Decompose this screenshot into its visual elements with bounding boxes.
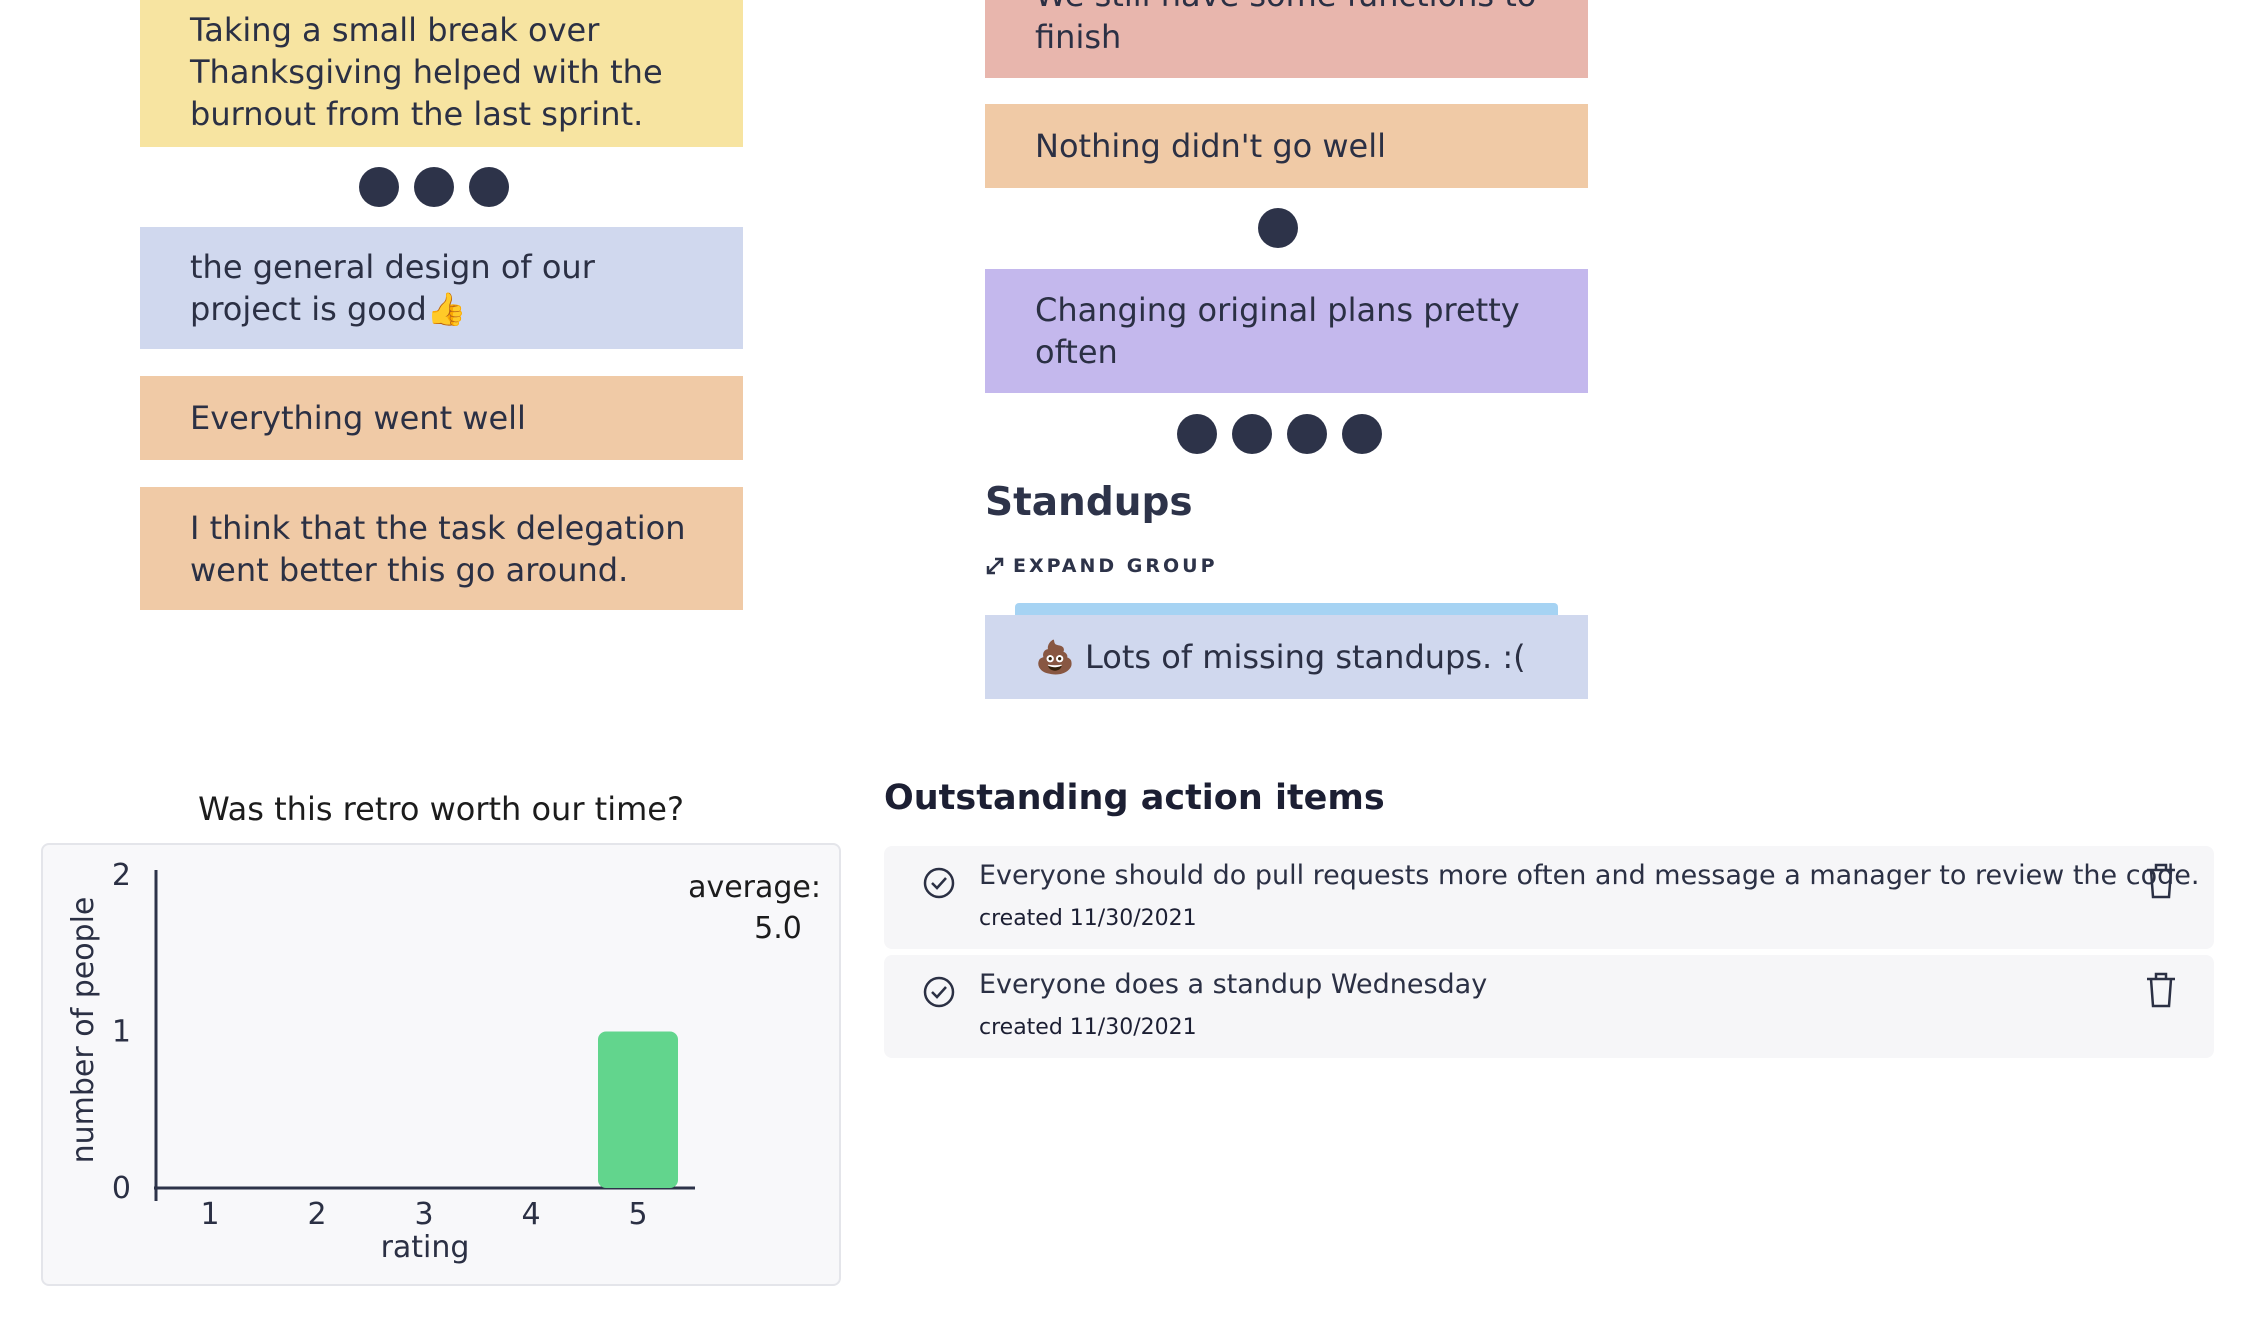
y-tick-label: 1 [112,1015,131,1050]
action-item-date: created 11/30/2021 [979,906,1197,931]
retro-card[interactable]: 💩 Lots of missing standups. :( [985,615,1588,699]
card-text: Everything went well [190,399,526,437]
retro-card[interactable]: I think that the task delegation went be… [140,487,743,610]
card-text: Changing original plans pretty often [1035,291,1520,371]
x-tick-label: 1 [200,1197,219,1232]
chart-svg: 0 1 2 1 2 3 4 5 rating number of people average: 5.… [66,858,821,1265]
y-tick-label: 2 [112,858,131,893]
y-axis-label: number of people [66,897,101,1164]
chart-title: Was this retro worth our time? [198,790,684,828]
action-item-date: created 11/30/2021 [979,1015,1197,1040]
card-text: I think that the task delegation went be… [190,508,686,589]
card-text: Nothing didn't go well [1035,127,1387,165]
trash-icon[interactable] [2144,971,2178,1009]
x-axis-label: rating [381,1230,470,1265]
average-value: 5.0 [754,911,802,946]
x-tick-label: 5 [628,1197,647,1232]
card-text: the general design of our project is goo… [190,248,595,328]
retro-card[interactable]: Nothing didn't go well [985,104,1588,188]
action-item-text: Everyone should do pull requests more of… [979,860,2200,891]
x-tick-label: 4 [521,1197,540,1232]
vote-dot [414,167,454,207]
expand-arrows-icon [986,557,1004,575]
vote-dots [1258,208,1298,248]
stacked-card-edge [1015,603,1558,615]
check-circle-icon[interactable] [922,866,956,900]
action-item: Everyone does a standup Wednesday create… [884,955,2214,1058]
retro-card[interactable]: the general design of our project is goo… [140,227,743,349]
vote-dots [1177,414,1382,454]
vote-dot [1342,414,1382,454]
retro-card[interactable]: Everything went well [140,376,743,460]
retro-card[interactable]: We still have some functions to finish [985,0,1588,78]
vote-dot [359,167,399,207]
bar [598,1031,678,1188]
vote-dot [1258,208,1298,248]
action-item-text: Everyone does a standup Wednesday [979,969,1488,1000]
expand-group-label: EXPAND GROUP [1013,555,1218,577]
card-text: We still have some functions to finish [1035,0,1536,56]
x-tick-label: 2 [307,1197,326,1232]
retro-rating-chart: 0 1 2 1 2 3 4 5 rating number of people average: 5.… [41,843,841,1286]
vote-dot [469,167,509,207]
x-tick-label: 3 [414,1197,433,1232]
vote-dots [359,167,509,207]
card-text: 💩 Lots of missing standups. :( [1035,638,1526,676]
expand-group-button[interactable]: EXPAND GROUP [985,555,1218,577]
vote-dot [1232,414,1272,454]
retro-card[interactable]: Taking a small break over Thanksgiving h… [140,0,743,147]
action-item: Everyone should do pull requests more of… [884,846,2214,949]
retro-card[interactable]: Changing original plans pretty often [985,269,1588,393]
check-circle-icon[interactable] [922,975,956,1009]
group-title: Standups [985,480,1193,525]
card-text: Taking a small break over Thanksgiving h… [190,10,663,133]
action-items-heading: Outstanding action items [884,778,1385,818]
vote-dot [1287,414,1327,454]
vote-dot [1177,414,1217,454]
trash-icon[interactable] [2144,862,2178,900]
average-label: average: [688,870,821,905]
y-tick-label: 0 [112,1171,131,1206]
